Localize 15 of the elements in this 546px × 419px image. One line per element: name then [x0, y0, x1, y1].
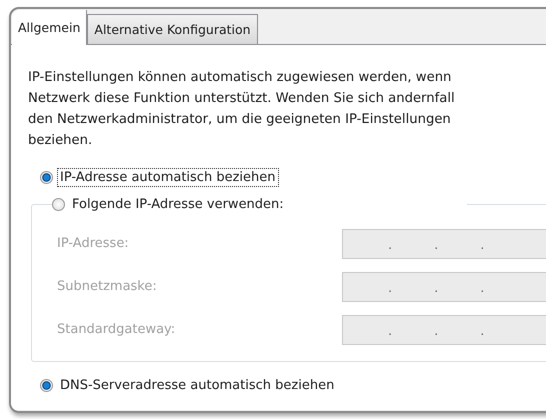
field-label: Subnetzmaske: — [57, 279, 158, 294]
tab[interactable]: Alternative Konfiguration — [87, 14, 258, 44]
radio-label[interactable]: DNS-Serveradresse automatisch beziehen — [57, 376, 338, 395]
radio-button[interactable] — [40, 379, 53, 392]
description-text: IP-Einstellungen können automatisch zugewiesen werden, wenn — [28, 69, 452, 87]
field-label: IP-Adresse: — [57, 236, 130, 251]
field-label: Standardgateway: — [57, 322, 176, 337]
radio-label[interactable]: IP-Adresse automatisch beziehen — [57, 168, 278, 187]
tab[interactable]: Allgemein — [12, 10, 88, 45]
radio-button[interactable] — [52, 198, 65, 211]
description-text: Netzwerk diese Funktion unterstützt. Wenden Sie sich andernfall — [28, 90, 456, 108]
radio-label[interactable]: Folgende IP-Adresse verwenden: — [69, 195, 287, 214]
radio-button[interactable] — [40, 171, 53, 184]
description-text: beziehen. — [28, 132, 94, 150]
description-text: den Netzwerkadministrator, um die geeigneten IP-Einstellungen — [28, 111, 452, 129]
